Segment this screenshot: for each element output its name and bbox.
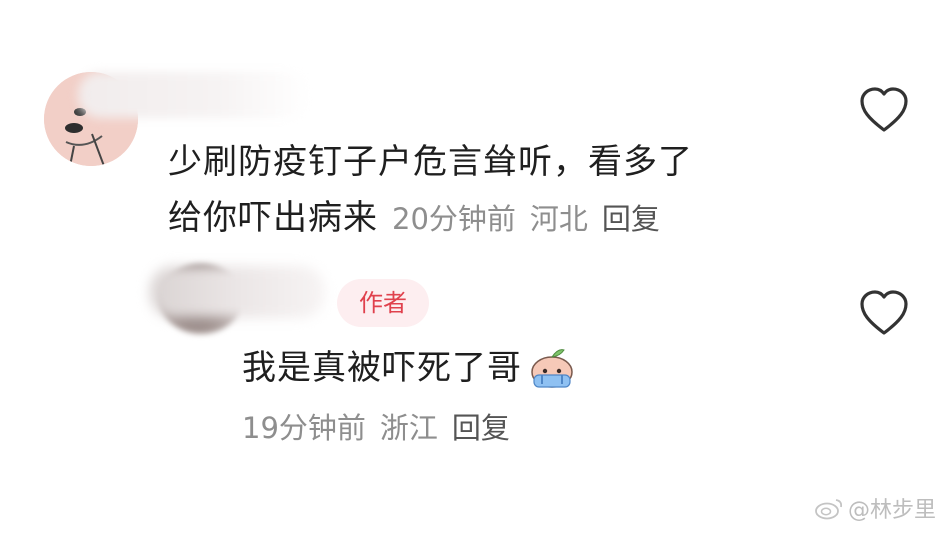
reply-button[interactable]: 回复	[602, 202, 660, 236]
heart-outline-icon	[860, 87, 908, 132]
reply-meta: 19分钟前 浙江 回复	[242, 406, 510, 450]
comment-text-line2: 给你吓出病来	[168, 198, 378, 238]
weibo-logo-icon	[815, 499, 843, 520]
heart-outline-icon	[860, 290, 908, 335]
reply-text: 我是真被吓死了哥	[242, 348, 522, 388]
author-badge: 作者	[337, 279, 429, 327]
like-button[interactable]	[858, 289, 910, 337]
crying-peach-sticker-icon	[528, 342, 576, 390]
reply-time: 19分钟前	[242, 411, 366, 445]
reply-reply-button[interactable]: 回复	[452, 411, 510, 445]
like-button[interactable]	[858, 86, 910, 134]
comment-time: 20分钟前	[392, 202, 516, 236]
author-name-blurred[interactable]	[150, 266, 325, 318]
watermark-text: @林步里	[847, 498, 936, 523]
comment-location: 河北	[529, 202, 588, 236]
comment-text: 少刷防疫钉子户危言耸听，看多了 给你吓出病来 20分钟前 河北 回复	[168, 134, 808, 247]
watermark: @林步里	[814, 492, 936, 524]
comment-text-line1: 少刷防疫钉子户危言耸听，看多了	[168, 142, 693, 182]
reply-location: 浙江	[379, 411, 438, 445]
commenter-name-blurred[interactable]	[78, 72, 310, 118]
reply-text-row: 我是真被吓死了哥	[242, 340, 576, 396]
